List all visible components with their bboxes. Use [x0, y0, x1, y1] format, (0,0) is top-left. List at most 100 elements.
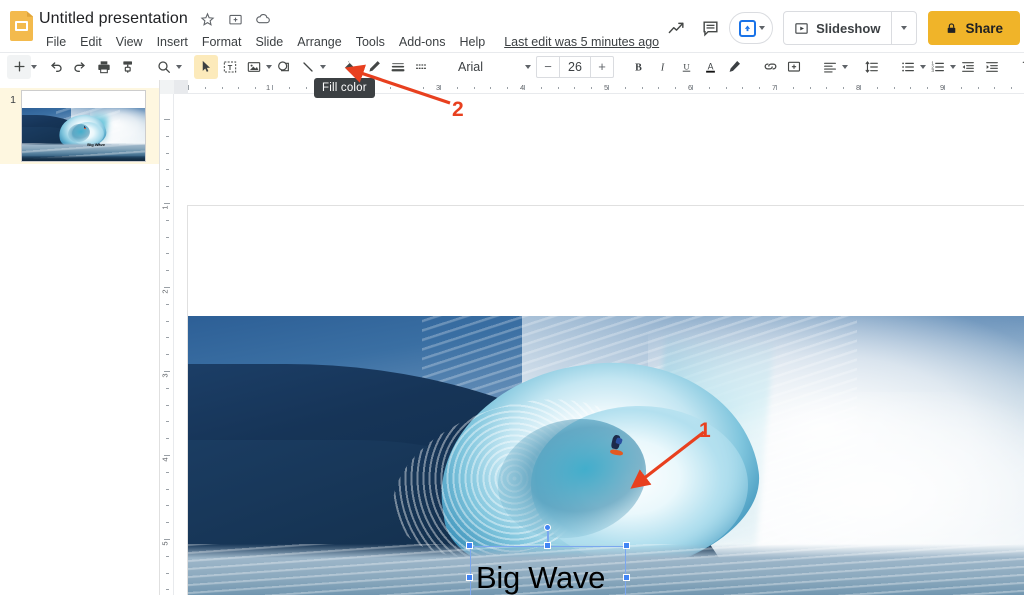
menu-view[interactable]: View	[109, 33, 150, 51]
thumb-image	[22, 107, 145, 161]
highlight-color-button[interactable]	[722, 55, 746, 79]
font-size-input[interactable]: 26	[559, 56, 591, 77]
svg-text:3: 3	[931, 68, 934, 73]
increase-indent-button[interactable]	[980, 55, 1004, 79]
align-dropdown-icon[interactable]	[842, 55, 848, 79]
app-header: Untitled presentation File Edit View Ins…	[0, 0, 1024, 52]
redo-button[interactable]	[68, 55, 92, 79]
share-label: Share	[965, 20, 1003, 36]
ruler-label-v: 2	[160, 289, 170, 294]
border-dash-button[interactable]	[410, 55, 434, 79]
activity-dashboard-icon[interactable]	[659, 11, 693, 45]
new-slide-dropdown-icon[interactable]	[31, 55, 37, 79]
title-and-menu: Untitled presentation File Edit View Ins…	[39, 6, 659, 53]
bold-button[interactable]: B	[626, 55, 650, 79]
resize-handle-e[interactable]	[623, 574, 630, 581]
ruler-label-v: 5	[160, 541, 170, 546]
menu-edit[interactable]: Edit	[73, 33, 109, 51]
font-size-decrease-button[interactable]: −	[537, 57, 559, 77]
document-title[interactable]: Untitled presentation	[39, 10, 188, 28]
font-family-value: Arial	[458, 59, 484, 74]
bulleted-list-button[interactable]	[896, 55, 920, 79]
clear-formatting-button[interactable]	[1016, 55, 1024, 79]
menu-tools[interactable]: Tools	[349, 33, 392, 51]
slide-filmstrip[interactable]: 1 Big Wave	[0, 80, 160, 595]
border-weight-button[interactable]	[386, 55, 410, 79]
chevron-down-icon[interactable]	[759, 26, 766, 30]
print-button[interactable]	[92, 55, 116, 79]
svg-text:I: I	[659, 62, 664, 73]
text-box-button[interactable]: T	[218, 55, 242, 79]
text-box-selection[interactable]: Big Wave	[466, 524, 630, 595]
menu-insert[interactable]: Insert	[150, 33, 195, 51]
slides-logo[interactable]	[10, 6, 33, 46]
font-size-increase-button[interactable]: +	[591, 57, 613, 77]
text-color-button[interactable]: A	[698, 55, 722, 79]
image-surfer	[609, 434, 624, 459]
menu-addons[interactable]: Add-ons	[392, 33, 453, 51]
border-color-button[interactable]	[362, 55, 386, 79]
google-slides-window: Untitled presentation File Edit View Ins…	[0, 0, 1024, 595]
svg-text:T: T	[228, 62, 233, 71]
main-toolbar: T Arial − 26 + B I U A 1 2 3	[0, 52, 1024, 80]
ruler-label-v: 3	[160, 373, 170, 378]
zoom-button[interactable]	[152, 55, 176, 79]
decrease-indent-button[interactable]	[956, 55, 980, 79]
vertical-ruler[interactable]: 1 2 3 4 5	[160, 94, 174, 595]
italic-button[interactable]: I	[650, 55, 674, 79]
list-item[interactable]: 1 Big Wave	[0, 88, 159, 164]
line-button[interactable]	[296, 55, 320, 79]
undo-button[interactable]	[44, 55, 68, 79]
ruler-label-v: 1	[160, 205, 170, 210]
ruler-label-v: 4	[160, 457, 170, 462]
menu-file[interactable]: File	[39, 33, 73, 51]
resize-handle-nw[interactable]	[466, 542, 473, 549]
annotation-label-1: 1	[699, 419, 711, 442]
present-button[interactable]	[729, 12, 774, 44]
slideshow-label: Slideshow	[816, 20, 881, 36]
slide-thumbnail[interactable]: Big Wave	[21, 90, 146, 162]
menu-format[interactable]: Format	[195, 33, 249, 51]
numbered-list-button[interactable]: 123	[926, 55, 950, 79]
resize-handle-ne[interactable]	[623, 542, 630, 549]
editor-body: 1 Big Wave 1 3 4 5 6 7 8 9 1 2 3 4 5 Big…	[0, 80, 1024, 595]
menu-slide[interactable]: Slide	[248, 33, 290, 51]
new-slide-button[interactable]	[7, 54, 31, 79]
insert-image-button[interactable]	[242, 55, 266, 79]
rotation-handle[interactable]	[544, 524, 551, 531]
cloud-saved-icon[interactable]	[255, 11, 272, 28]
resize-handle-n[interactable]	[544, 542, 551, 549]
slideshow-dropdown-icon[interactable]	[892, 12, 916, 44]
insert-comment-button[interactable]	[782, 55, 806, 79]
comment-icon[interactable]	[693, 11, 727, 45]
zoom-dropdown-icon[interactable]	[176, 55, 182, 79]
shape-button[interactable]	[272, 55, 296, 79]
font-family-select[interactable]: Arial	[450, 56, 532, 78]
thumb-white-band	[22, 91, 145, 108]
last-edit-status[interactable]: Last edit was 5 minutes ago	[504, 35, 659, 49]
menu-help[interactable]: Help	[452, 33, 492, 51]
share-button[interactable]: Share	[928, 11, 1020, 45]
select-tool-button[interactable]	[194, 54, 218, 79]
slideshow-main[interactable]: Slideshow	[784, 12, 891, 44]
paint-format-button[interactable]	[116, 55, 140, 79]
insert-link-button[interactable]	[758, 55, 782, 79]
menu-arrange[interactable]: Arrange	[290, 33, 348, 51]
ruler-label-h: 1	[266, 82, 271, 92]
resize-handle-w[interactable]	[466, 574, 473, 581]
fill-color-tooltip: Fill color	[314, 78, 375, 98]
chevron-down-icon	[525, 64, 531, 69]
slideshow-button[interactable]: Slideshow	[783, 11, 918, 45]
move-to-folder-icon[interactable]	[227, 11, 244, 28]
font-size-stepper[interactable]: − 26 +	[536, 55, 614, 78]
text-box-content[interactable]: Big Wave	[476, 560, 605, 595]
star-icon[interactable]	[199, 11, 216, 28]
line-dropdown-icon[interactable]	[320, 55, 326, 79]
horizontal-ruler[interactable]: 1 2 3 4 5 6 7 8 9	[160, 80, 1024, 94]
line-spacing-button[interactable]	[860, 55, 884, 79]
present-icon	[739, 19, 757, 37]
align-button[interactable]	[818, 55, 842, 79]
slide-canvas[interactable]: Big Wave	[188, 206, 1024, 595]
fill-color-button[interactable]	[338, 55, 362, 79]
underline-button[interactable]: U	[674, 55, 698, 79]
